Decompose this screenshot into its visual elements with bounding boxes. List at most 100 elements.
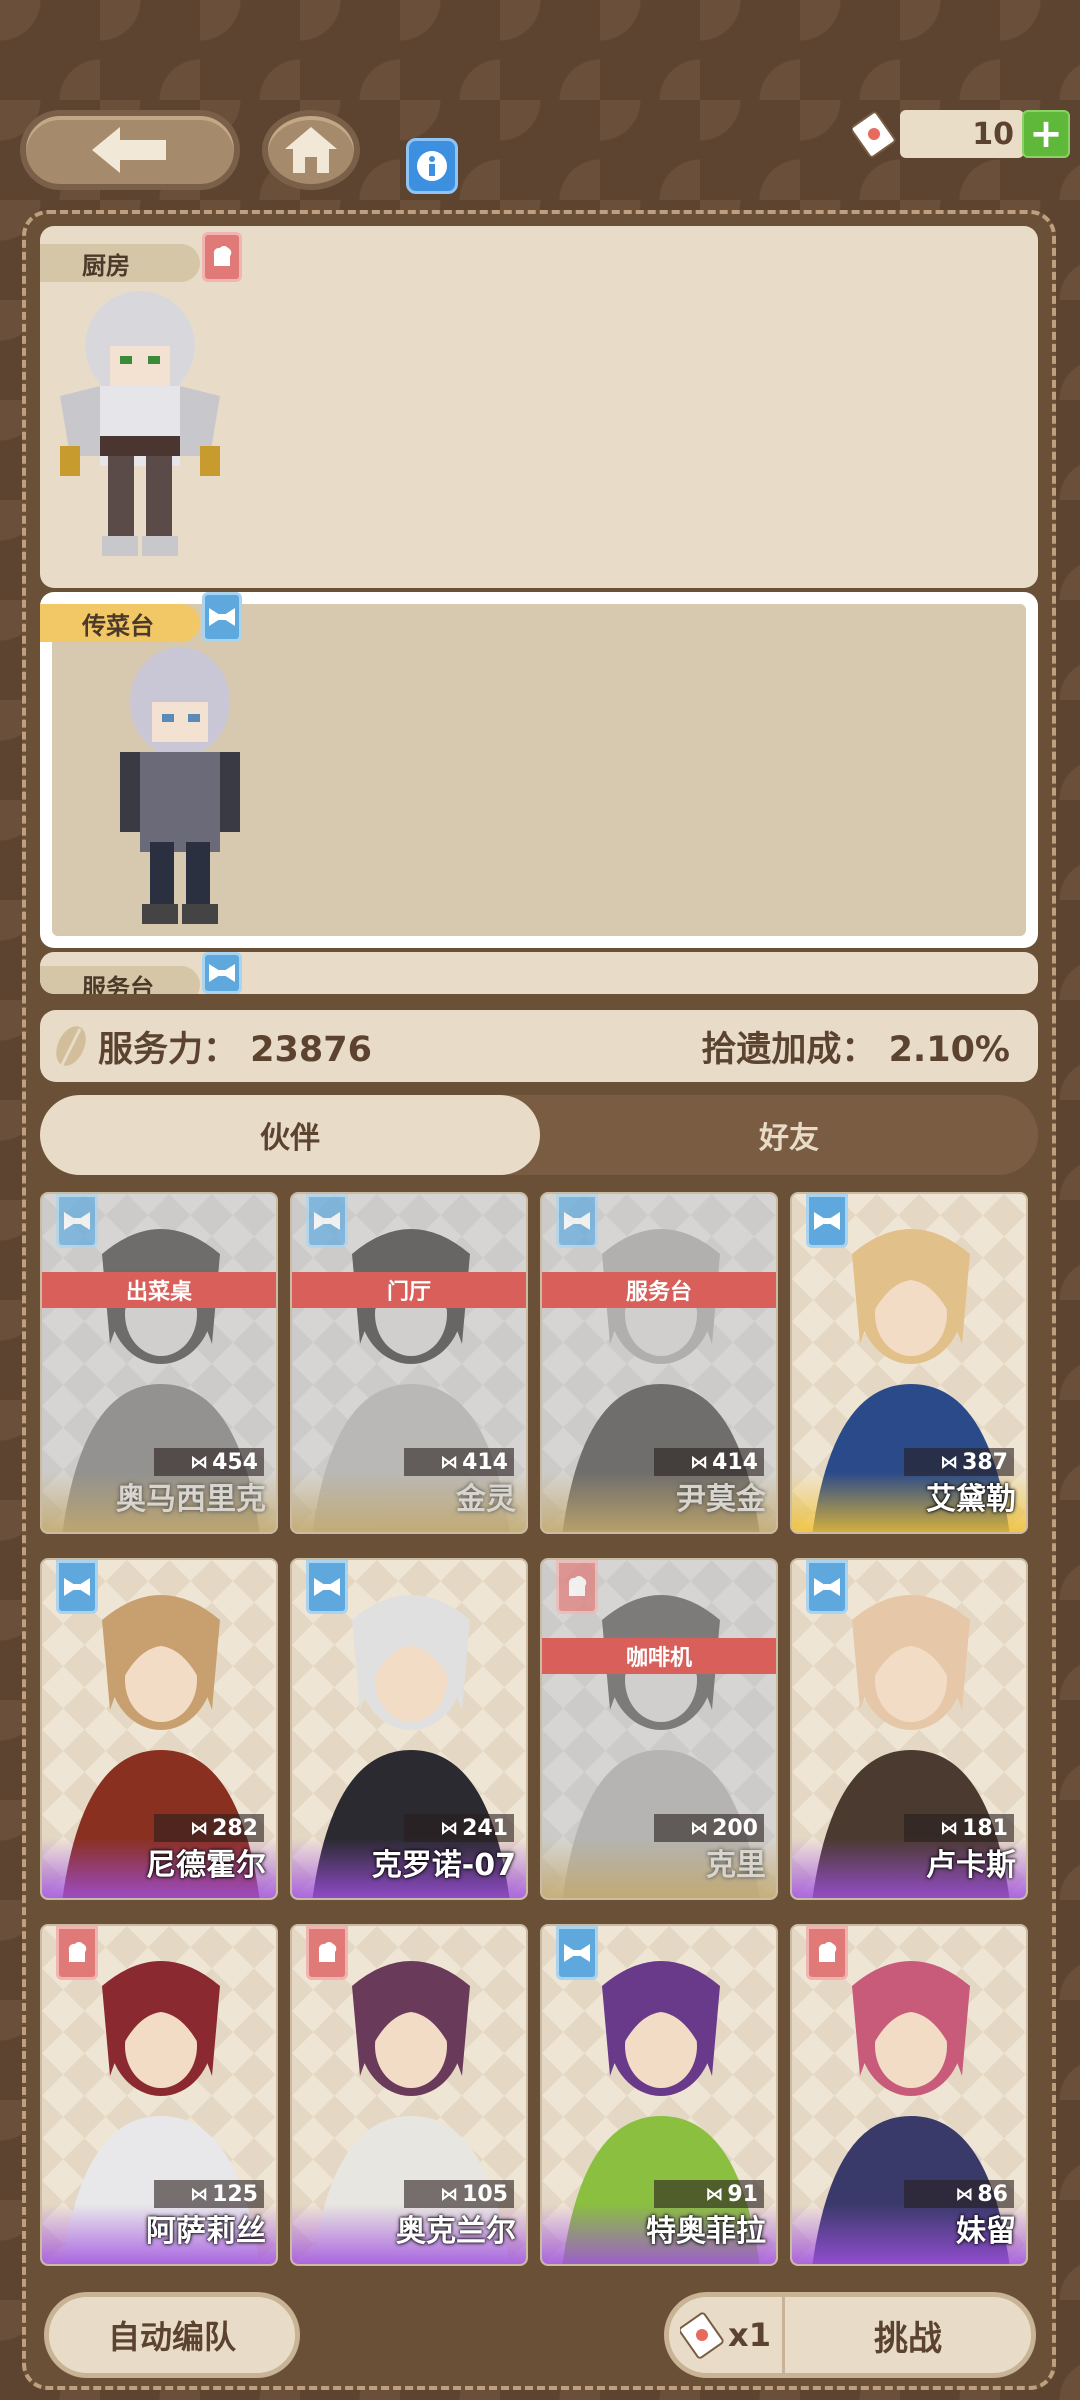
challenge-label: 挑战	[874, 2318, 942, 2359]
challenge-cost: x1	[669, 2297, 785, 2373]
bowtie-icon: ⋈	[440, 1451, 459, 1473]
bowtie-icon	[556, 1926, 598, 1980]
tab-partners[interactable]: 伙伴	[40, 1095, 540, 1175]
chef-hat-icon	[56, 1926, 98, 1980]
partner-power: ⋈ 105	[404, 2180, 514, 2208]
power-value: 387	[962, 1449, 1008, 1475]
auto-formation-button[interactable]: 自动编队	[44, 2292, 300, 2378]
home-icon	[285, 127, 337, 173]
chef-hat-icon	[306, 1926, 348, 1980]
station-service-desk[interactable]: 服务台	[40, 952, 1038, 994]
info-icon	[417, 151, 447, 181]
partner-name: 尼德霍尔	[146, 1848, 266, 1883]
bowtie-icon	[306, 1194, 348, 1248]
power-value: 86	[977, 2181, 1008, 2207]
partner-power: ⋈ 200	[654, 1814, 764, 1842]
bowtie-icon	[806, 1560, 848, 1614]
partner-power: ⋈ 125	[154, 2180, 264, 2208]
bowtie-icon: ⋈	[940, 1817, 959, 1839]
partner-power: ⋈ 91	[654, 2180, 764, 2208]
bowtie-icon: ⋈	[440, 1817, 459, 1839]
ticket-icon	[680, 2312, 724, 2359]
bowtie-icon: ⋈	[190, 1451, 209, 1473]
pickup-bonus-text: 拾遗加成： 2.10%	[701, 1029, 1010, 1070]
partner-card[interactable]: ⋈ 387 艾黛勒	[790, 1192, 1028, 1534]
bowtie-icon	[556, 1194, 598, 1248]
back-arrow-icon	[92, 127, 166, 173]
power-value: 105	[462, 2181, 508, 2207]
back-button[interactable]	[20, 110, 240, 190]
power-value: 414	[712, 1449, 758, 1475]
bowtie-icon: ⋈	[190, 1817, 209, 1839]
partner-name: 克罗诺-07	[371, 1848, 516, 1883]
power-value: 91	[727, 2181, 758, 2207]
power-value: 200	[712, 1815, 758, 1841]
partner-name: 尹莫金	[676, 1482, 766, 1517]
partner-card[interactable]: ⋈ 181 卢卡斯	[790, 1558, 1028, 1900]
partner-power: ⋈ 282	[154, 1814, 264, 1842]
partner-card[interactable]: ⋈ 105 奥克兰尔	[290, 1924, 528, 2266]
partner-power: ⋈ 414	[654, 1448, 764, 1476]
partner-card[interactable]: ⋈ 125 阿萨莉丝	[40, 1924, 278, 2266]
partner-card[interactable]: ⋈ 241 克罗诺-07	[290, 1558, 528, 1900]
chef-hat-icon	[556, 1560, 598, 1614]
power-value: 125	[212, 2181, 258, 2207]
chef-hat-icon	[202, 232, 242, 282]
assigned-station-label: 咖啡机	[542, 1638, 776, 1674]
assigned-station-label: 服务台	[542, 1272, 776, 1308]
feather-icon	[56, 1026, 86, 1066]
power-value: 282	[212, 1815, 258, 1841]
partner-card[interactable]: 服务台 ⋈ 414 尹莫金	[540, 1192, 778, 1534]
partner-name: 阿萨莉丝	[146, 2214, 266, 2249]
bowtie-icon: ⋈	[190, 2183, 209, 2205]
assigned-station-label: 门厅	[292, 1272, 526, 1308]
bowtie-icon	[306, 1560, 348, 1614]
partner-card[interactable]: 门厅 ⋈ 414 金灵	[290, 1192, 528, 1534]
service-power-text: 服务力： 23876	[98, 1029, 372, 1070]
partner-card[interactable]: ⋈ 86 妹留	[790, 1924, 1028, 2266]
bowtie-icon	[806, 1194, 848, 1248]
station-label: 服务台	[40, 966, 200, 994]
partner-power: ⋈ 414	[404, 1448, 514, 1476]
partner-power: ⋈ 454	[154, 1448, 264, 1476]
challenge-button[interactable]: x1 挑战	[664, 2292, 1036, 2378]
partner-name: 特奥菲拉	[646, 2214, 766, 2249]
add-ticket-button[interactable]: +	[1022, 110, 1070, 158]
tab-friends[interactable]: 好友	[540, 1095, 1038, 1175]
info-button[interactable]	[406, 138, 458, 194]
ticket-icon	[852, 110, 896, 158]
bowtie-icon: ⋈	[690, 1451, 709, 1473]
partner-power: ⋈ 387	[904, 1448, 1014, 1476]
assigned-station-label: 出菜桌	[42, 1272, 276, 1308]
partner-name: 克里	[706, 1848, 766, 1883]
bowtie-icon	[202, 952, 242, 994]
station-label: 传菜台	[40, 604, 200, 642]
partner-power: ⋈ 86	[904, 2180, 1014, 2208]
partner-name: 金灵	[456, 1482, 516, 1517]
partner-tabs: 伙伴 好友	[40, 1095, 1038, 1175]
bowtie-icon	[56, 1194, 98, 1248]
ticket-count: 10	[900, 110, 1024, 158]
chef-sprite	[60, 291, 220, 556]
cost-label: x1	[728, 2316, 771, 2354]
station-serving-counter[interactable]: 传菜台	[40, 592, 1038, 948]
partner-name: 卢卡斯	[926, 1848, 1016, 1883]
bowtie-icon: ⋈	[690, 1817, 709, 1839]
station-kitchen[interactable]: 厨房	[40, 226, 1038, 588]
partner-card[interactable]: ⋈ 282 尼德霍尔	[40, 1558, 278, 1900]
partner-card[interactable]: 咖啡机 ⋈ 200 克里	[540, 1558, 778, 1900]
power-value: 181	[962, 1815, 1008, 1841]
partner-power: ⋈ 241	[404, 1814, 514, 1842]
power-value: 241	[462, 1815, 508, 1841]
home-button[interactable]	[262, 110, 360, 190]
partner-name: 艾黛勒	[926, 1482, 1016, 1517]
waiter-sprite	[120, 647, 240, 924]
power-value: 414	[462, 1449, 508, 1475]
partner-card[interactable]: ⋈ 91 特奥菲拉	[540, 1924, 778, 2266]
partner-card[interactable]: 出菜桌 ⋈ 454 奥马西里克	[40, 1192, 278, 1534]
bowtie-icon: ⋈	[955, 2183, 974, 2205]
partner-power: ⋈ 181	[904, 1814, 1014, 1842]
partner-name: 奥克兰尔	[396, 2214, 516, 2249]
bowtie-icon: ⋈	[940, 1451, 959, 1473]
bowtie-icon	[56, 1560, 98, 1614]
